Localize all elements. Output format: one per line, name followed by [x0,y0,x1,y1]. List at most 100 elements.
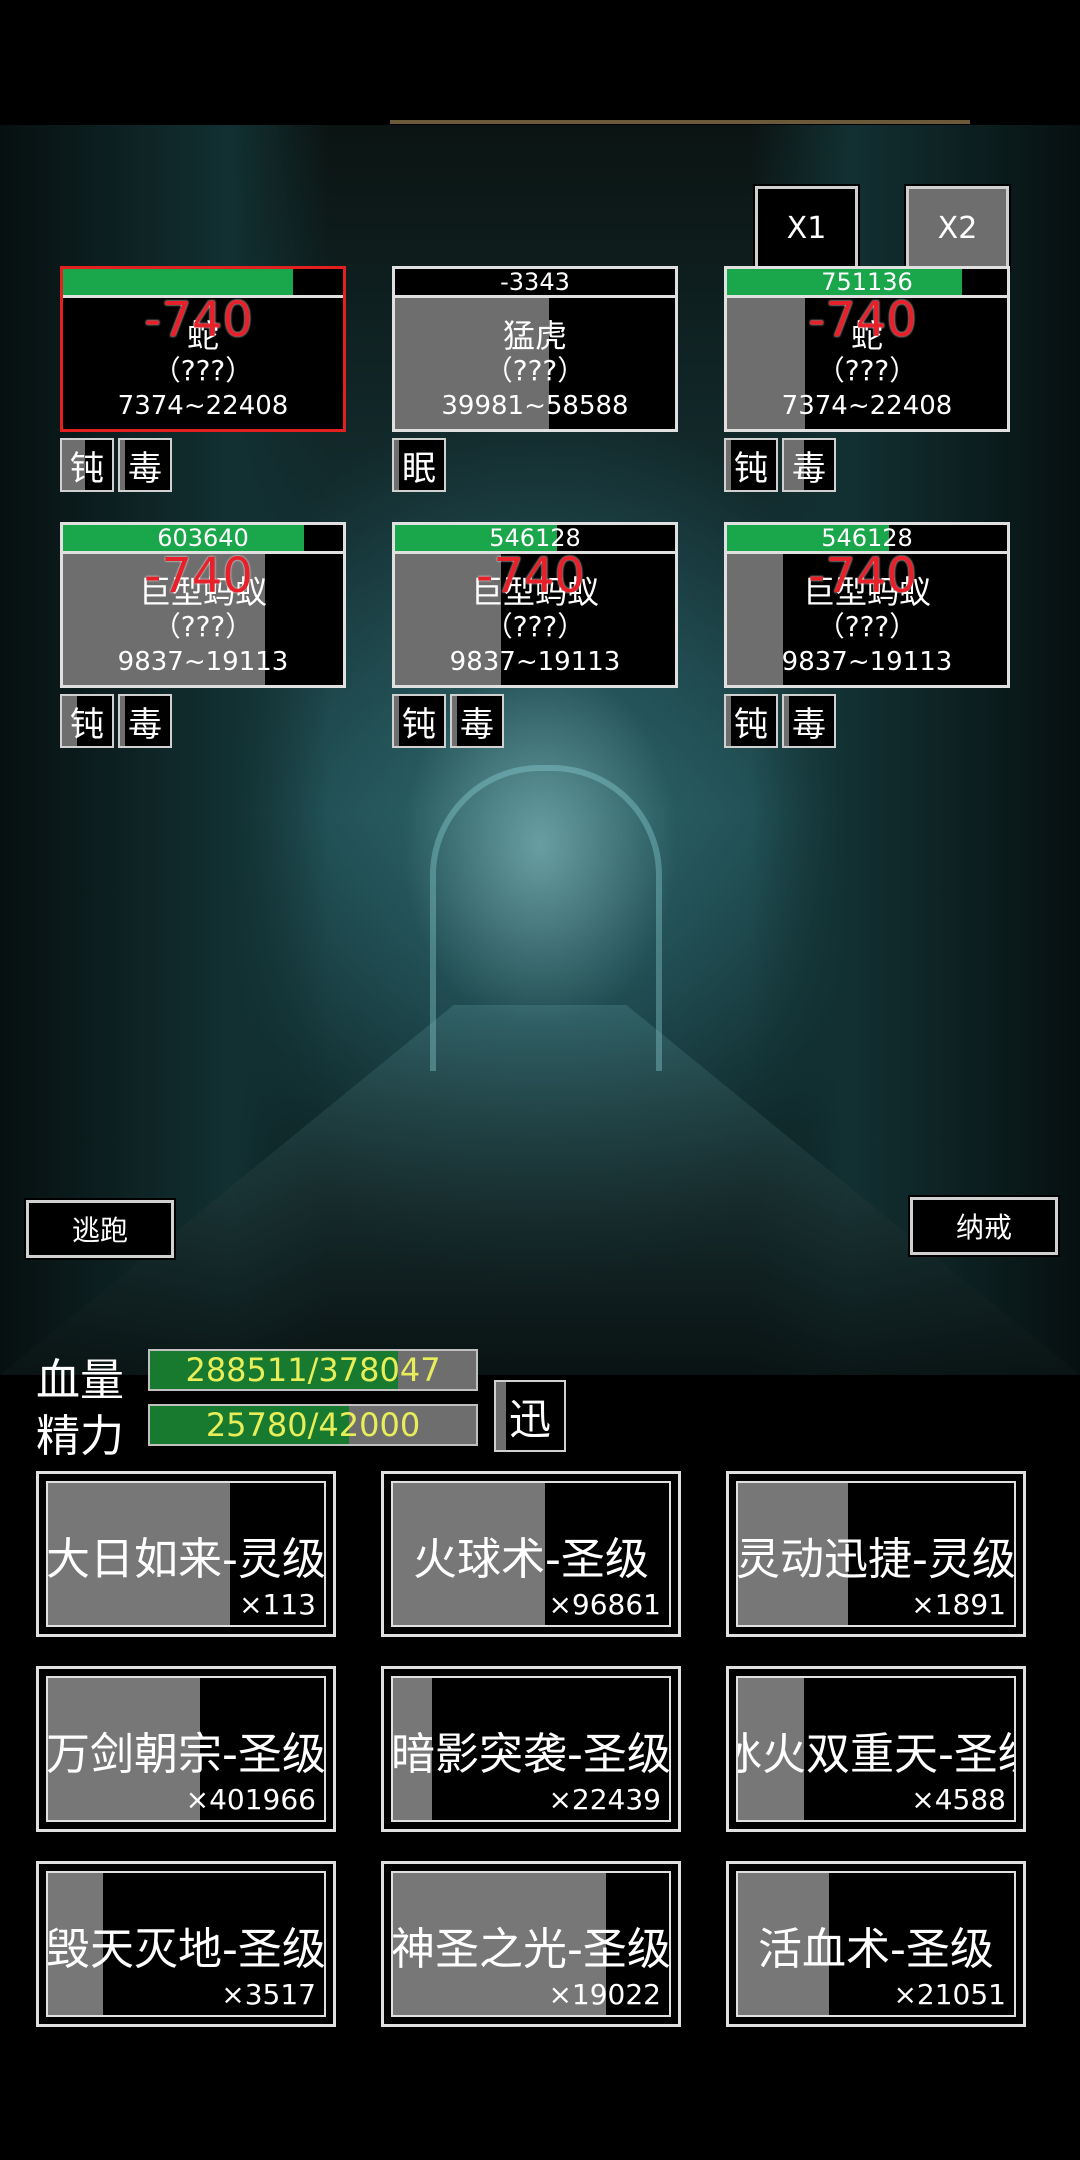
skill-count: ×22439 [548,1783,661,1816]
skill-name: 冰火双重天-圣级 [738,1729,1014,1780]
skill-button[interactable]: 大日如来-灵级 ×113 [36,1471,336,1637]
status-tag-shade [452,696,457,746]
enemy-hp-value: -3343 [500,268,570,296]
status-effect-tag: 毒 [118,438,172,492]
skill-count: ×3517 [221,1978,316,2011]
status-tag-shade [784,696,789,746]
damage-number: -740 [144,548,253,604]
speed-x1-label: X1 [786,210,827,246]
energy-bar: 25780/42000 [148,1404,478,1446]
status-effect-tag: 钝 [724,694,778,748]
skill-button[interactable]: 暗影突袭-圣级 ×22439 [381,1666,681,1832]
status-effect-tag: 钝 [724,438,778,492]
hp-bar: 288511/378047 [148,1349,478,1391]
enemy-card[interactable]: 546128 巨型蚂蚁 （???） 9837~19113 [724,522,1010,688]
speed-status-tag[interactable]: 迅 [494,1380,566,1452]
status-tag-shade [120,440,125,490]
skill-button[interactable]: 火球术-圣级 ×96861 [381,1471,681,1637]
skill-name: 大日如来-灵级 [46,1534,326,1585]
skill-name: 万剑朝宗-圣级 [46,1729,326,1780]
hp-label: 血量 [36,1355,124,1406]
status-tag-label: 毒 [460,704,494,745]
enemy-level: （???） [816,610,918,643]
speed-x2-label: X2 [937,210,978,246]
enemy-attack-range: 9837~19113 [117,647,289,677]
enemy-card[interactable]: -3343 猛虎 （???） 39981~58588 [392,266,678,432]
status-effect-tag: 毒 [118,694,172,748]
skill-inner: 火球术-圣级 ×96861 [391,1481,671,1627]
damage-number: -740 [808,548,917,604]
status-effect-tag: 毒 [782,694,836,748]
enemy-level: （???） [484,610,586,643]
skill-count: ×401966 [185,1783,316,1816]
status-effect-tag: 钝 [60,438,114,492]
status-tag-label: 毒 [792,704,826,745]
skill-inner: 灵动迅捷-灵级 ×1891 [736,1481,1016,1627]
skill-inner: 冰火双重天-圣级×4588 [736,1676,1016,1822]
energy-label: 精力 [36,1411,124,1462]
enemy-attack-range: 9837~19113 [449,647,621,677]
enemy-attack-range: 7374~22408 [117,391,289,421]
status-tag-label: 毒 [792,448,826,489]
enemy-level: （???） [484,354,586,387]
skill-count: ×21051 [893,1978,1006,2011]
status-effect-tag: 毒 [450,694,504,748]
speed-x2-button[interactable]: X2 [904,184,1011,272]
skill-button[interactable]: 毁天灭地-圣级 ×3517 [36,1861,336,2027]
status-tag-label: 毒 [128,704,162,745]
status-tag-label: 毒 [128,448,162,489]
enemy-level: （???） [152,354,254,387]
enemy-attack-range: 9837~19113 [781,647,953,677]
status-tag-label: 钝 [70,704,104,745]
status-tag-label: 钝 [734,704,768,745]
skill-button[interactable]: 冰火双重天-圣级×4588 [726,1666,1026,1832]
enemy-card[interactable]: 751136 蛇（???） 7374~22408 [724,266,1010,432]
enemy-attack-range: 7374~22408 [781,391,953,421]
top-divider [390,120,970,124]
damage-number: -740 [144,292,253,348]
ring-button[interactable]: 纳戒 [908,1195,1060,1257]
damage-number: -740 [476,548,585,604]
status-tag-shade [394,440,399,490]
skill-name: 灵动迅捷-灵级 [736,1534,1016,1585]
skill-inner: 大日如来-灵级 ×113 [46,1481,326,1627]
status-tag-label: 眠 [402,448,436,489]
damage-number: -740 [808,292,917,348]
status-effect-tag: 眠 [392,438,446,492]
skill-name: 火球术-圣级 [413,1534,649,1585]
skill-button[interactable]: 灵动迅捷-灵级 ×1891 [726,1471,1026,1637]
status-tag-label: 钝 [402,704,436,745]
status-tag-shade [726,696,731,746]
status-tag-shade [120,696,125,746]
enemy-level: （???） [152,610,254,643]
enemy-card[interactable]: 蛇（???） 7374~22408 [60,266,346,432]
skill-button[interactable]: 万剑朝宗-圣级 ×401966 [36,1666,336,1832]
status-effect-tag: 钝 [392,694,446,748]
skill-button[interactable]: 神圣之光-圣级 ×19022 [381,1861,681,2027]
status-tag-label: 钝 [70,448,104,489]
speed-tag-shade [496,1382,506,1450]
skill-inner: 毁天灭地-圣级 ×3517 [46,1871,326,2017]
status-tag-shade [726,440,731,490]
enemy-attack-range: 39981~58588 [441,391,629,421]
skill-count: ×1891 [911,1588,1006,1621]
enemy-card[interactable]: 546128 巨型蚂蚁 （???） 9837~19113 [392,522,678,688]
energy-value: 25780/42000 [205,1406,421,1444]
speed-x1-button[interactable]: X1 [753,184,860,272]
skill-name: 神圣之光-圣级 [391,1924,671,1975]
skill-name: 暗影突袭-圣级 [391,1729,671,1780]
flee-button[interactable]: 逃跑 [24,1198,176,1260]
skill-count: ×96861 [548,1588,661,1621]
skill-name: 活血术-圣级 [758,1924,994,1975]
status-effect-tag: 钝 [60,694,114,748]
status-tag-label: 钝 [734,448,768,489]
skill-button[interactable]: 活血术-圣级 ×21051 [726,1861,1026,2027]
corridor-arch [430,765,662,1071]
skill-inner: 神圣之光-圣级 ×19022 [391,1871,671,2017]
hp-value: 288511/378047 [185,1351,441,1389]
skill-inner: 暗影突袭-圣级 ×22439 [391,1676,671,1822]
enemy-card[interactable]: 603640 巨型蚂蚁 （???） 9837~19113 [60,522,346,688]
skill-inner: 万剑朝宗-圣级 ×401966 [46,1676,326,1822]
skill-count: ×113 [239,1588,316,1621]
skill-count: ×19022 [548,1978,661,2011]
